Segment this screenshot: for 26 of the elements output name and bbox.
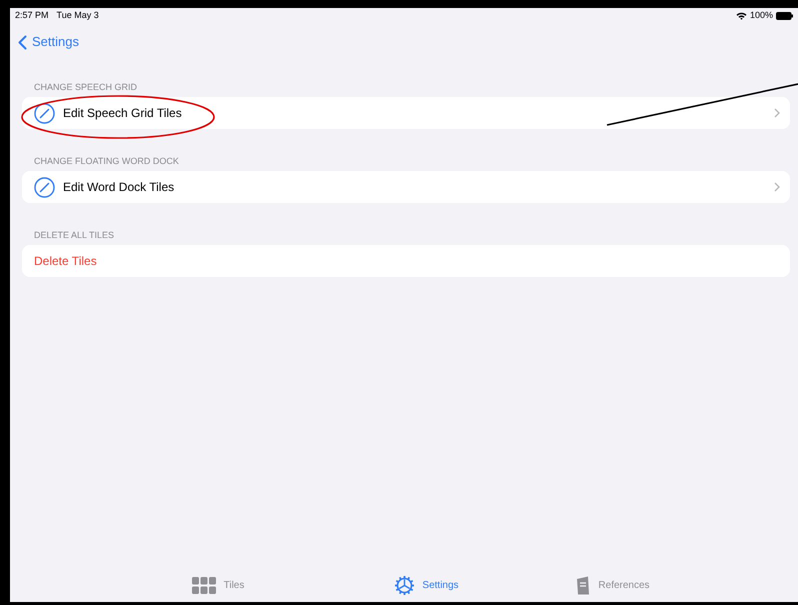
back-chevron-icon (18, 34, 27, 50)
settings-row[interactable]: Delete Tiles (22, 245, 790, 277)
row-label: Edit Speech Grid Tiles (63, 105, 183, 122)
row-label: Edit Word Dock Tiles (63, 179, 176, 196)
battery-icon (776, 12, 793, 20)
wifi-icon (736, 12, 747, 20)
chevron-icon (774, 108, 780, 118)
settings-row[interactable]: Edit Speech Grid Tiles (22, 97, 790, 129)
section-header: CHANGE SPEECH GRID (33, 80, 138, 94)
section-header: DELETE ALL TILES (33, 228, 116, 242)
edit-icon (34, 102, 55, 124)
battery-percent: 100% (750, 9, 773, 22)
delete-label: Delete Tiles (34, 253, 97, 270)
grid-icon (192, 576, 216, 594)
book-icon (576, 576, 590, 594)
status-time: 2:57 PM (15, 9, 49, 22)
tab-bar-item[interactable]: Settings (321, 572, 533, 598)
edit-icon (34, 176, 55, 198)
back-link[interactable]: Settings (18, 32, 79, 52)
section-header: CHANGE FLOATING WORD DOCK (33, 154, 180, 168)
settings-row[interactable]: Edit Word Dock Tiles (22, 171, 790, 203)
tab-bar-item[interactable]: Tiles (115, 572, 321, 598)
tab-bar-item[interactable]: References (533, 572, 693, 598)
chevron-icon (774, 182, 780, 192)
gear-icon (395, 576, 414, 594)
status-date: Tue May 3 (56, 9, 99, 22)
